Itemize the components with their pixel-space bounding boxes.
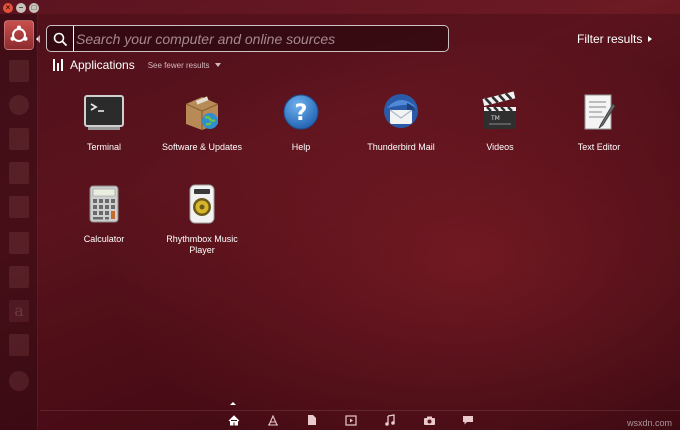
- watermark: wsxdn.com: [626, 418, 672, 428]
- app-label: Rhythmbox Music Player: [166, 234, 238, 255]
- photo-lens-icon[interactable]: [422, 414, 436, 426]
- svg-text:?: ?: [295, 101, 308, 126]
- rhythmbox-icon: [180, 182, 224, 226]
- search-input[interactable]: [73, 26, 448, 51]
- launcher: a: [0, 14, 38, 430]
- see-fewer-label: See fewer results: [147, 60, 210, 70]
- ubuntu-one-music-icon[interactable]: [4, 330, 34, 360]
- close-button[interactable]: ×: [3, 3, 13, 13]
- libreoffice-calc-icon[interactable]: [4, 158, 34, 188]
- applications-lens-icon[interactable]: [266, 414, 280, 426]
- help-icon: ?: [279, 90, 323, 134]
- filter-results-label: Filter results: [577, 32, 643, 46]
- app-software-updates[interactable]: Software & Updates: [152, 90, 252, 153]
- applications-category-icon: [53, 59, 63, 71]
- svg-text:TM: TM: [490, 115, 500, 122]
- app-label: Text Editor: [577, 142, 621, 152]
- chevron-right-icon: [648, 36, 653, 42]
- app-label: Help: [291, 142, 311, 152]
- firefox-icon[interactable]: [4, 90, 34, 120]
- app-help[interactable]: ? Help: [251, 90, 351, 153]
- app-calculator[interactable]: Calculator: [54, 182, 154, 245]
- caret-down-icon: [214, 63, 221, 67]
- text-editor-icon: [577, 90, 621, 134]
- app-label: Terminal: [86, 142, 121, 152]
- category-title: Applications: [70, 58, 135, 72]
- filter-results-toggle[interactable]: Filter results: [577, 32, 653, 46]
- window-controls: × – □: [3, 3, 39, 13]
- social-lens-icon[interactable]: [461, 414, 475, 426]
- calculator-icon: [82, 182, 126, 226]
- app-videos[interactable]: TM Videos: [450, 90, 550, 153]
- files-lens-icon[interactable]: [305, 414, 319, 426]
- app-label: Software & Updates: [161, 142, 243, 152]
- system-settings-icon[interactable]: [4, 366, 34, 396]
- active-lens-pointer: [230, 402, 236, 405]
- see-fewer-results-link[interactable]: See fewer results: [148, 61, 221, 70]
- dash-home-icon[interactable]: [4, 20, 34, 50]
- lens-bar-divider: [40, 410, 680, 411]
- videos-icon: TM: [478, 90, 522, 134]
- search-icon: [47, 32, 73, 46]
- app-thunderbird-mail[interactable]: Thunderbird Mail: [351, 90, 451, 153]
- lens-bar: [38, 402, 680, 430]
- amazon-icon[interactable]: a: [4, 296, 34, 326]
- minimize-button[interactable]: –: [16, 3, 26, 13]
- app-label: Calculator: [83, 234, 125, 244]
- files-icon[interactable]: [4, 56, 34, 86]
- app-terminal[interactable]: Terminal: [54, 90, 154, 153]
- app-label: Thunderbird Mail: [367, 142, 435, 152]
- music-lens-icon[interactable]: [383, 414, 397, 426]
- libreoffice-impress-icon[interactable]: [4, 192, 34, 222]
- app-rhythmbox[interactable]: Rhythmbox Music Player: [152, 182, 252, 256]
- app-label: Videos: [486, 142, 514, 152]
- thunderbird-icon: [379, 90, 423, 134]
- app-text-editor[interactable]: Text Editor: [549, 90, 649, 153]
- dash-panel: Filter results Applications See fewer re…: [38, 14, 680, 430]
- applications-category-header: Applications See fewer results: [53, 58, 221, 72]
- software-updates-icon: [180, 90, 224, 134]
- home-lens-icon[interactable]: [227, 414, 241, 426]
- libreoffice-writer-icon[interactable]: [4, 124, 34, 154]
- software-center-icon[interactable]: [4, 228, 34, 258]
- search-box[interactable]: [46, 25, 449, 52]
- video-lens-icon[interactable]: [344, 414, 358, 426]
- ubuntu-one-icon[interactable]: [4, 262, 34, 292]
- maximize-button[interactable]: □: [29, 3, 39, 13]
- terminal-icon: [82, 90, 126, 134]
